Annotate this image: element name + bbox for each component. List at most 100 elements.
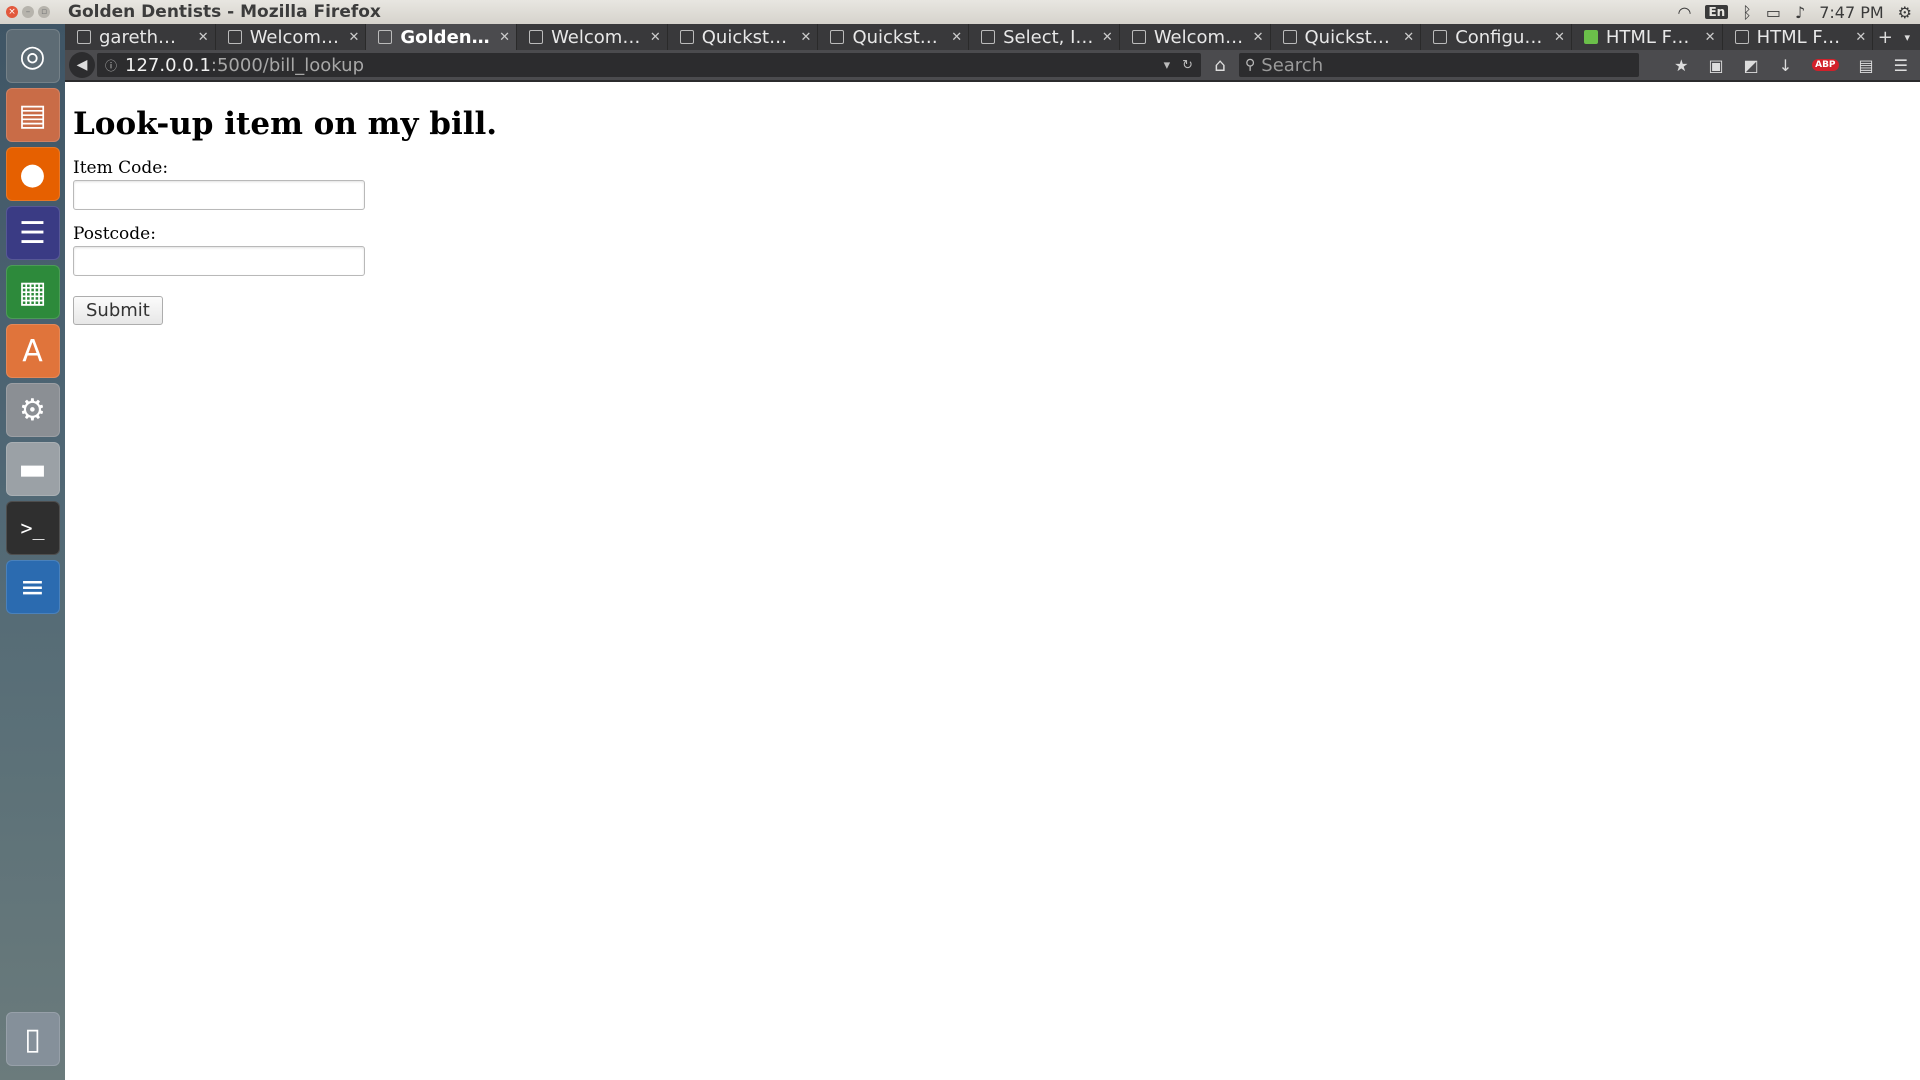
bookmarks-menu-icon[interactable]: ▣: [1708, 56, 1723, 75]
drive-icon[interactable]: ▬: [5, 442, 60, 496]
page-icon: [378, 30, 393, 44]
tab-title: Quickstar…: [701, 26, 795, 48]
document-writer-icon[interactable]: ≡: [5, 560, 60, 614]
tab-title: Select, In…: [1003, 26, 1096, 48]
page-icon: [227, 30, 242, 44]
dash-icon[interactable]: ◎: [5, 29, 60, 83]
page-icon: [1282, 30, 1297, 44]
battery-icon[interactable]: ▭: [1766, 3, 1781, 22]
close-icon[interactable]: ✕: [348, 30, 359, 45]
search-icon: ⚲: [1245, 57, 1256, 73]
unity-launcher: ◎ ▤ ● ☰ ▦ A ⚙ ▬ >_ ≡ ▯: [0, 24, 65, 1080]
tab-list-button[interactable]: ▾: [1897, 24, 1917, 50]
close-icon[interactable]: ✕: [198, 30, 209, 45]
url-bar[interactable]: ⓘ 127.0.0.1:5000/bill_lookup ▾ ↻: [97, 53, 1201, 77]
tab[interactable]: Quickstar… ✕: [818, 24, 970, 50]
close-window-button[interactable]: ×: [6, 6, 18, 18]
window-title-bar: × – ▫ Golden Dentists - Mozilla Firefox …: [0, 0, 1920, 24]
page-icon: [679, 30, 694, 44]
files-icon[interactable]: ▤: [5, 88, 60, 142]
new-tab-button[interactable]: +: [1873, 24, 1897, 50]
search-bar[interactable]: ⚲ Search: [1239, 53, 1639, 77]
tab-strip: garethmo… ✕ Welcome… ✕ Golden D… ✕ Welcome……: [65, 24, 1920, 50]
home-icon[interactable]: ⌂: [1201, 55, 1239, 76]
navigation-toolbar: ◀ ⓘ 127.0.0.1:5000/bill_lookup ▾ ↻ ⌂ ⚲ S…: [65, 50, 1920, 82]
url-history-dropdown-icon[interactable]: ▾: [1164, 58, 1171, 73]
tab[interactable]: HTML For… ✕: [1723, 24, 1874, 50]
minimize-window-button[interactable]: –: [22, 6, 34, 18]
close-icon[interactable]: ✕: [499, 30, 510, 45]
page-icon: [529, 30, 544, 44]
window-controls: × – ▫: [6, 6, 68, 18]
reload-icon[interactable]: ↻: [1182, 58, 1193, 73]
tab-title: Welcome…: [551, 26, 644, 48]
tab-title: garethmo…: [99, 26, 192, 48]
maximize-window-button[interactable]: ▫: [38, 6, 50, 18]
download-icon[interactable]: ↓: [1779, 56, 1792, 75]
close-icon[interactable]: ✕: [801, 30, 812, 45]
close-icon[interactable]: ✕: [1102, 30, 1113, 45]
tab[interactable]: garethmo… ✕: [65, 24, 216, 50]
submit-button[interactable]: Submit: [73, 296, 163, 325]
software-center-icon[interactable]: A: [5, 324, 60, 378]
page-icon: [1433, 30, 1448, 44]
toolbar-buttons: ★ ▣ ◩ ↓ ABP ▤ ☰: [1674, 56, 1908, 75]
system-indicators: ◠ En ᛒ ▭ ♪ 7:47 PM ⚙: [1678, 3, 1912, 22]
tab[interactable]: Welcome… ✕: [517, 24, 668, 50]
tab-title: Configura…: [1455, 26, 1548, 48]
html-form-icon: [1734, 30, 1749, 44]
spreadsheet-icon[interactable]: ▦: [5, 265, 60, 319]
bill-lookup-form: Item Code: Postcode: Submit: [73, 158, 1920, 325]
tab[interactable]: Select, In… ✕: [969, 24, 1120, 50]
tab[interactable]: HTML For… ✕: [1572, 24, 1723, 50]
tab-title: Quickstar…: [852, 26, 945, 48]
tab[interactable]: Quickstar… ✕: [1271, 24, 1422, 50]
tab-title: HTML For…: [1605, 26, 1699, 48]
hamburger-menu-icon[interactable]: ☰: [1894, 56, 1908, 75]
volume-icon[interactable]: ♪: [1795, 3, 1805, 22]
terminal-icon[interactable]: >_: [5, 501, 60, 555]
eclipse-icon[interactable]: ☰: [5, 206, 60, 260]
url-actions: ▾ ↻: [1164, 58, 1193, 73]
close-icon[interactable]: ✕: [1253, 30, 1264, 45]
adblock-plus-icon[interactable]: ABP: [1812, 59, 1839, 71]
tab[interactable]: Quickstar… ✕: [668, 24, 819, 50]
search-placeholder: Search: [1261, 54, 1324, 76]
clock[interactable]: 7:47 PM: [1819, 3, 1883, 22]
site-info-icon[interactable]: ⓘ: [105, 57, 117, 74]
tab-title: Golden D…: [400, 26, 493, 48]
tab-title: Welcome…: [1153, 26, 1247, 48]
item-code-input[interactable]: [73, 180, 365, 210]
tab[interactable]: Configura… ✕: [1421, 24, 1572, 50]
wifi-icon[interactable]: ◠: [1678, 3, 1692, 22]
system-settings-icon[interactable]: ⚙: [5, 383, 60, 437]
close-icon[interactable]: ✕: [1855, 30, 1866, 45]
page-icon: [830, 30, 845, 44]
url-path: :5000/bill_lookup: [210, 54, 365, 76]
keyboard-layout-indicator[interactable]: En: [1705, 5, 1729, 19]
tab-title: Quickstar…: [1304, 26, 1398, 48]
page-icon: [981, 30, 996, 44]
back-button[interactable]: ◀: [69, 52, 95, 78]
close-icon[interactable]: ✕: [1554, 30, 1565, 45]
close-icon[interactable]: ✕: [1403, 30, 1414, 45]
tab[interactable]: Welcome… ✕: [216, 24, 367, 50]
page-icon: [1131, 30, 1146, 44]
close-icon[interactable]: ✕: [650, 30, 661, 45]
extension-icon[interactable]: ▤: [1859, 56, 1874, 75]
close-icon[interactable]: ✕: [1705, 30, 1716, 45]
trash-icon[interactable]: ▯: [5, 1012, 60, 1066]
bluetooth-icon[interactable]: ᛒ: [1742, 3, 1752, 22]
bookmark-star-icon[interactable]: ★: [1674, 56, 1688, 75]
firefox-icon[interactable]: ●: [5, 147, 60, 201]
github-icon: [77, 30, 91, 44]
url-host: 127.0.0.1: [125, 54, 211, 76]
gear-icon[interactable]: ⚙: [1898, 3, 1912, 22]
close-icon[interactable]: ✕: [951, 30, 962, 45]
tab-active[interactable]: Golden D… ✕: [366, 24, 518, 50]
window-title: Golden Dentists - Mozilla Firefox: [68, 2, 381, 22]
pocket-icon[interactable]: ◩: [1744, 56, 1759, 75]
tab-title: Welcome…: [249, 26, 343, 48]
postcode-input[interactable]: [73, 246, 365, 276]
tab[interactable]: Welcome… ✕: [1120, 24, 1271, 50]
